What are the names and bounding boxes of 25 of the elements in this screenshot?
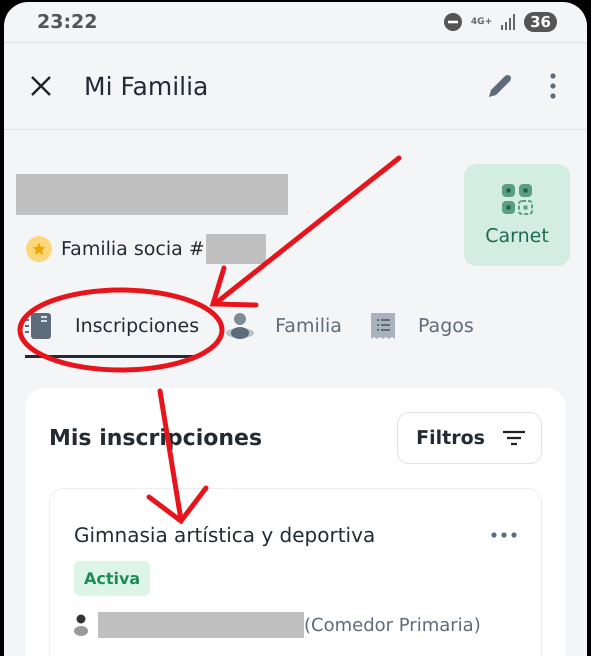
clock-time: 23:22 [37,11,98,33]
do-not-disturb-icon [442,12,463,32]
redaction-bar [206,234,266,264]
enrollment-title: Gimnasia artística y deportiva [74,523,376,547]
person-icon [74,614,88,636]
signal-icon [500,14,516,30]
close-icon[interactable] [30,75,52,97]
tab[interactable]: Familia [225,303,342,358]
qr-code-icon [501,183,533,215]
status-tag: Activa [74,561,150,596]
people-icon [225,311,256,341]
filter-icon [503,430,525,446]
tab[interactable]: Pagos [368,303,474,358]
star-badge-icon [26,236,52,262]
battery-level: 36 [524,12,557,32]
enrollment-detail: (Comedor Primaria) [304,614,481,636]
window-title: Mi Familia [84,72,208,100]
card-button[interactable]: Carnet [464,164,570,266]
filter-button[interactable]: Filtros [397,412,542,464]
more-icon[interactable] [549,73,557,99]
membership-label: Familia socia # [61,238,205,260]
pencil-icon[interactable] [487,73,513,99]
more-icon[interactable] [491,532,517,538]
tab[interactable]: Inscripciones [25,303,200,358]
network-label: 4G+ [470,17,492,27]
